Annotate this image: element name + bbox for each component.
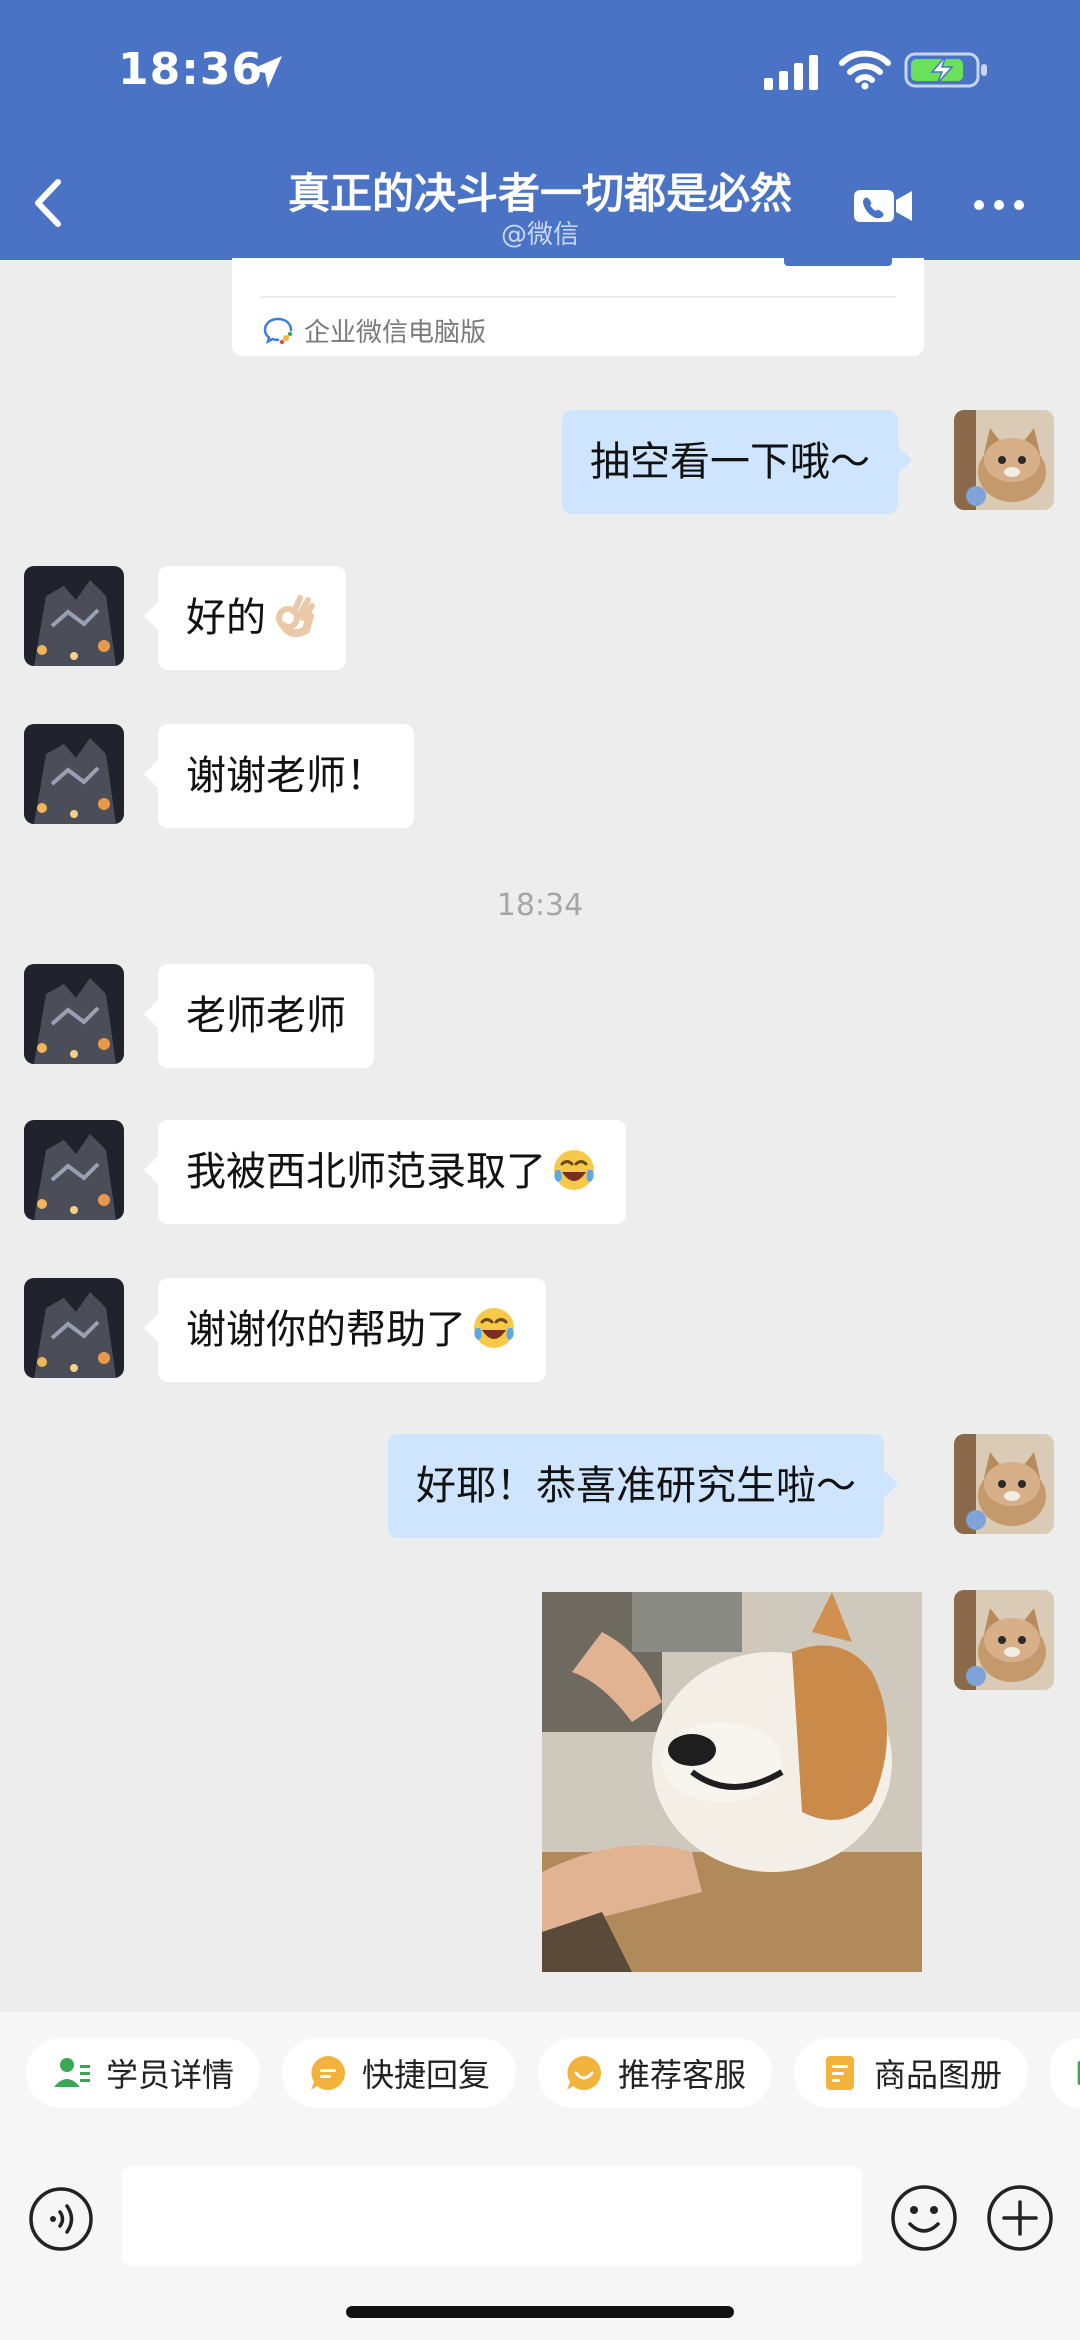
chip-next-partial[interactable] [1050, 2038, 1080, 2108]
message-text: 我被西北师范录取了 [186, 1149, 546, 1195]
wifi-icon [839, 50, 891, 90]
quick-reply-icon [311, 2056, 345, 2090]
contact-avatar[interactable] [24, 1120, 124, 1220]
chip-product-album[interactable]: 商品图册 [794, 2038, 1028, 2108]
cellular-signal-icon [764, 55, 818, 90]
battery-charging-icon [904, 52, 987, 88]
outgoing-message[interactable]: 抽空看一下哦～ [562, 410, 912, 514]
sent-photo-akita-dog[interactable] [542, 1592, 922, 1972]
student-detail-icon [54, 2058, 90, 2087]
my-avatar[interactable] [954, 1434, 1054, 1534]
video-call-icon[interactable] [852, 186, 914, 226]
more-functions-icon[interactable] [986, 2184, 1054, 2252]
chip-label: 商品图册 [874, 2056, 1003, 2094]
message-text: 谢谢老师！ [186, 753, 386, 799]
message-input[interactable] [122, 2166, 862, 2266]
dog-photo-image [542, 1592, 922, 1972]
emoji-picker-icon[interactable] [890, 2184, 958, 2252]
voice-input-icon[interactable] [28, 2186, 94, 2252]
contact-avatar[interactable] [24, 724, 124, 824]
contact-avatar[interactable] [24, 964, 124, 1064]
chat-header: 18:36 真正的决斗者一切都是必然 @微信 [0, 0, 1080, 260]
incoming-message[interactable]: 谢谢老师！ [144, 724, 414, 828]
outgoing-message[interactable]: 好耶！恭喜准研究生啦～ [388, 1434, 898, 1538]
wecom-logo-icon [263, 317, 293, 345]
location-arrow-icon [250, 56, 282, 88]
status-time: 18:36 [118, 44, 264, 95]
chip-label: 学员详情 [106, 2056, 235, 2094]
message-timestamp: 18:34 [496, 888, 584, 923]
message-text: 好的 [186, 595, 266, 641]
input-area [0, 2142, 1080, 2340]
message-text: 抽空看一下哦～ [590, 439, 870, 485]
contact-avatar[interactable] [24, 1278, 124, 1378]
home-indicator [346, 2306, 734, 2318]
card-button-stub [784, 258, 892, 266]
ok-hand-emoji-icon [276, 595, 315, 638]
more-options-icon[interactable] [972, 196, 1026, 214]
my-avatar[interactable] [954, 1590, 1054, 1690]
contact-avatar-image [24, 1120, 124, 1220]
product-album-icon [826, 2056, 854, 2090]
card-divider [260, 296, 896, 298]
card-footer-text: 企业微信电脑版 [304, 317, 487, 348]
message-text: 老师老师 [186, 993, 346, 1039]
chip-quick-reply[interactable]: 快捷回复 [282, 2038, 516, 2108]
contact-avatar-image [24, 1278, 124, 1378]
message-text: 好耶！恭喜准研究生啦～ [416, 1463, 856, 1509]
cat-avatar-image [954, 410, 1054, 510]
shared-card[interactable]: 企业微信电脑版 [232, 258, 924, 356]
my-avatar[interactable] [954, 410, 1054, 510]
incoming-message[interactable]: 我被西北师范录取了 [144, 1120, 626, 1224]
tears-of-joy-emoji-icon [474, 1308, 514, 1348]
next-action-icon [1077, 2061, 1080, 2085]
cat-avatar-image [954, 1434, 1054, 1534]
chat-subtitle: @微信 [500, 220, 579, 250]
tears-of-joy-emoji-icon [554, 1150, 594, 1190]
chip-recommend-service[interactable]: 推荐客服 [538, 2038, 772, 2108]
chip-label: 推荐客服 [618, 2056, 747, 2094]
contact-avatar[interactable] [24, 566, 124, 666]
card-footer: 企业微信电脑版 [262, 310, 486, 350]
contact-avatar-image [24, 724, 124, 824]
incoming-message[interactable]: 老师老师 [144, 964, 374, 1068]
chip-label: 快捷回复 [362, 2056, 491, 2094]
quick-action-bar[interactable]: 学员详情 快捷回复 推荐客服 商品图册 [0, 2012, 1080, 2142]
chat-title: 真正的决斗者一切都是必然 [287, 169, 792, 218]
cat-avatar-image [954, 1590, 1054, 1690]
message-text: 谢谢你的帮助了 [186, 1307, 466, 1353]
contact-avatar-image [24, 566, 124, 666]
incoming-message[interactable]: 谢谢你的帮助了 [144, 1278, 546, 1382]
recommend-service-icon [567, 2056, 601, 2090]
chip-student-details[interactable]: 学员详情 [26, 2038, 260, 2108]
contact-avatar-image [24, 964, 124, 1064]
incoming-message[interactable]: 好的 [144, 566, 346, 670]
